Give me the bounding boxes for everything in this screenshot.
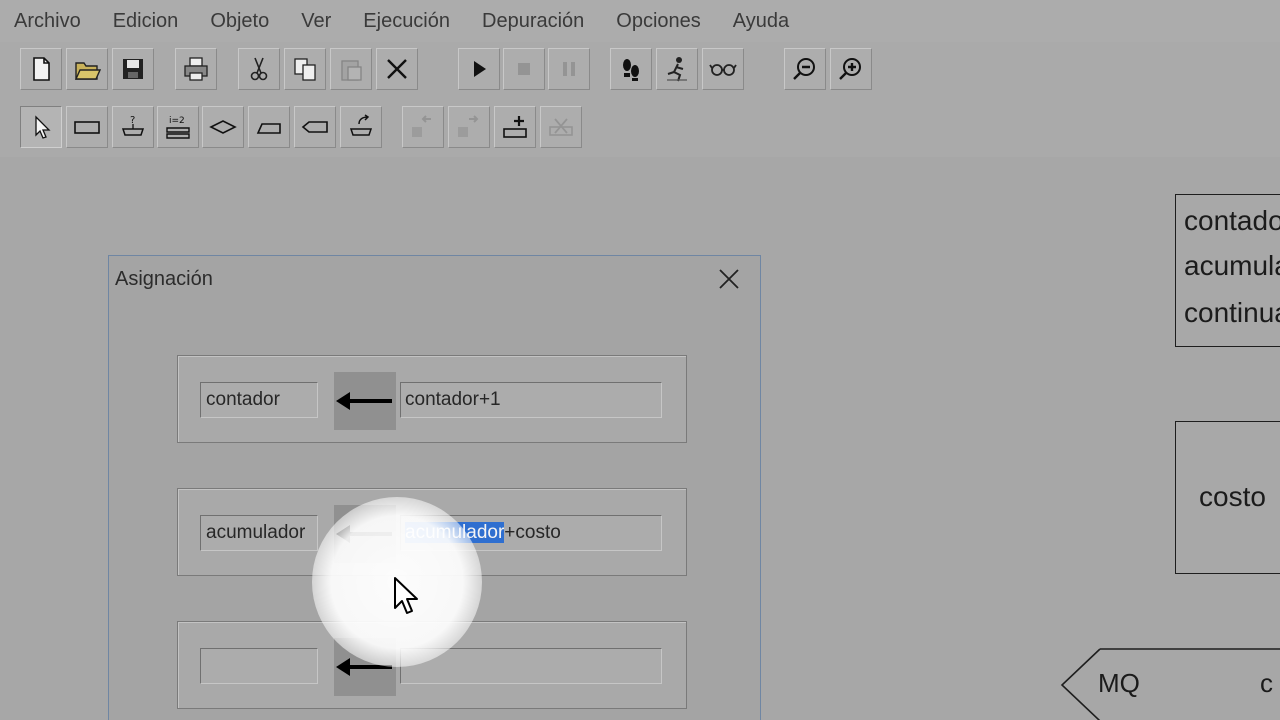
close-button[interactable] bbox=[714, 264, 744, 294]
move-left-icon bbox=[412, 115, 431, 137]
input-shape-button[interactable]: ? bbox=[112, 106, 154, 148]
while-shape-icon bbox=[256, 123, 281, 134]
save-button[interactable] bbox=[112, 48, 154, 90]
flow-while-shape[interactable] bbox=[1060, 648, 1280, 720]
assign-arrow bbox=[334, 505, 396, 563]
menu-bar: Archivo Edicion Objeto Ver Ejecución Dep… bbox=[0, 0, 1280, 42]
print-button[interactable] bbox=[175, 48, 217, 90]
new-file-icon bbox=[33, 57, 50, 81]
variable-field[interactable] bbox=[200, 648, 318, 684]
input-shape-icon: ? bbox=[121, 115, 145, 136]
stop-button[interactable] bbox=[503, 48, 545, 90]
for-loop-shape-button[interactable]: i=2 bbox=[157, 106, 199, 148]
pause-button[interactable] bbox=[548, 48, 590, 90]
close-icon bbox=[719, 269, 739, 289]
output-shape-icon bbox=[349, 114, 373, 136]
inspect-glasses-icon bbox=[709, 64, 737, 76]
mq-label: MQ bbox=[1098, 668, 1140, 698]
dialog-title: Asignación bbox=[115, 268, 213, 290]
zoom-in-button[interactable] bbox=[830, 48, 872, 90]
assign-arrow bbox=[334, 638, 396, 696]
open-folder-icon bbox=[74, 62, 101, 80]
delete-icon bbox=[387, 59, 407, 79]
zoom-in-icon bbox=[839, 58, 861, 80]
flow-block-line: acumulador bbox=[1184, 250, 1280, 281]
step-icon bbox=[623, 59, 639, 81]
left-arrow-icon bbox=[336, 525, 392, 543]
open-button[interactable] bbox=[66, 48, 108, 90]
insert-button[interactable] bbox=[494, 106, 536, 148]
expression-field[interactable]: acumulador+costo bbox=[400, 515, 662, 551]
repeat-shape-icon bbox=[301, 121, 328, 133]
assignment-shape-button[interactable] bbox=[66, 106, 108, 148]
for-loop-shape-icon: i=2 bbox=[166, 116, 190, 139]
step-run-icon bbox=[667, 57, 687, 82]
assignment-shape-icon bbox=[74, 121, 100, 134]
selected-text: acumulador bbox=[405, 522, 505, 543]
menu-edicion[interactable]: Edicion bbox=[113, 10, 179, 33]
menu-ejecucion[interactable]: Ejecución bbox=[363, 10, 450, 33]
run-icon bbox=[474, 61, 486, 77]
copy-icon bbox=[294, 58, 316, 81]
remove-icon bbox=[549, 118, 573, 136]
menu-ver[interactable]: Ver bbox=[301, 10, 331, 33]
decision-shape-button[interactable] bbox=[202, 106, 244, 148]
left-arrow-icon bbox=[336, 392, 392, 410]
cut-button[interactable] bbox=[238, 48, 280, 90]
expression-field[interactable] bbox=[400, 648, 662, 684]
svg-text:i=2: i=2 bbox=[169, 116, 185, 126]
assignment-row: contador contador+1 bbox=[177, 355, 687, 443]
toolbar-area: ? i=2 bbox=[0, 42, 1280, 157]
expression-rest: +costo bbox=[504, 522, 561, 543]
mouse-cursor-icon bbox=[394, 577, 418, 614]
menu-opciones[interactable]: Opciones bbox=[616, 10, 701, 33]
save-icon bbox=[123, 59, 143, 79]
menu-objeto[interactable]: Objeto bbox=[210, 10, 269, 33]
assignment-dialog: Asignación contador contador+1 acumulado… bbox=[108, 255, 761, 720]
inspect-button[interactable] bbox=[702, 48, 744, 90]
move-left-button[interactable] bbox=[402, 106, 444, 148]
delete-button[interactable] bbox=[376, 48, 418, 90]
paste-button[interactable] bbox=[330, 48, 372, 90]
stop-icon bbox=[518, 63, 530, 75]
select-tool-button[interactable] bbox=[20, 106, 62, 148]
repeat-shape-button[interactable] bbox=[294, 106, 336, 148]
move-right-button[interactable] bbox=[448, 106, 490, 148]
decision-shape-icon bbox=[209, 120, 237, 134]
variable-field[interactable]: acumulador bbox=[200, 515, 318, 551]
menu-archivo[interactable]: Archivo bbox=[14, 10, 81, 33]
expression-field[interactable]: contador+1 bbox=[400, 382, 662, 418]
run-button[interactable] bbox=[458, 48, 500, 90]
step-button[interactable] bbox=[610, 48, 652, 90]
assign-arrow bbox=[334, 372, 396, 430]
mq-extra-text: c bbox=[1260, 668, 1273, 698]
flow-block-line: continuar bbox=[1184, 297, 1280, 328]
flow-block-text: costo bbox=[1199, 481, 1266, 512]
left-arrow-icon bbox=[336, 658, 392, 676]
remove-button[interactable] bbox=[540, 106, 582, 148]
variable-field[interactable]: contador bbox=[200, 382, 318, 418]
flow-block-line: contador bbox=[1184, 205, 1280, 236]
new-file-button[interactable] bbox=[20, 48, 62, 90]
pause-icon bbox=[563, 62, 575, 76]
flow-block-assignment[interactable]: contador acumulador continuar bbox=[1175, 194, 1280, 347]
while-shape-button[interactable] bbox=[248, 106, 290, 148]
menu-ayuda[interactable]: Ayuda bbox=[733, 10, 789, 33]
output-shape-button[interactable] bbox=[340, 106, 382, 148]
menu-depuracion[interactable]: Depuración bbox=[482, 10, 584, 33]
print-icon bbox=[184, 57, 208, 81]
flow-block-input[interactable]: costo bbox=[1175, 421, 1280, 574]
select-pointer-icon bbox=[35, 115, 51, 139]
move-right-icon bbox=[458, 115, 479, 137]
zoom-out-icon bbox=[793, 58, 815, 80]
zoom-out-button[interactable] bbox=[784, 48, 826, 90]
assignment-row bbox=[177, 621, 687, 709]
copy-button[interactable] bbox=[284, 48, 326, 90]
step-run-button[interactable] bbox=[656, 48, 698, 90]
insert-icon bbox=[503, 116, 527, 138]
cut-icon bbox=[250, 57, 268, 81]
paste-icon bbox=[341, 60, 362, 81]
assignment-row: acumulador acumulador+costo bbox=[177, 488, 687, 576]
